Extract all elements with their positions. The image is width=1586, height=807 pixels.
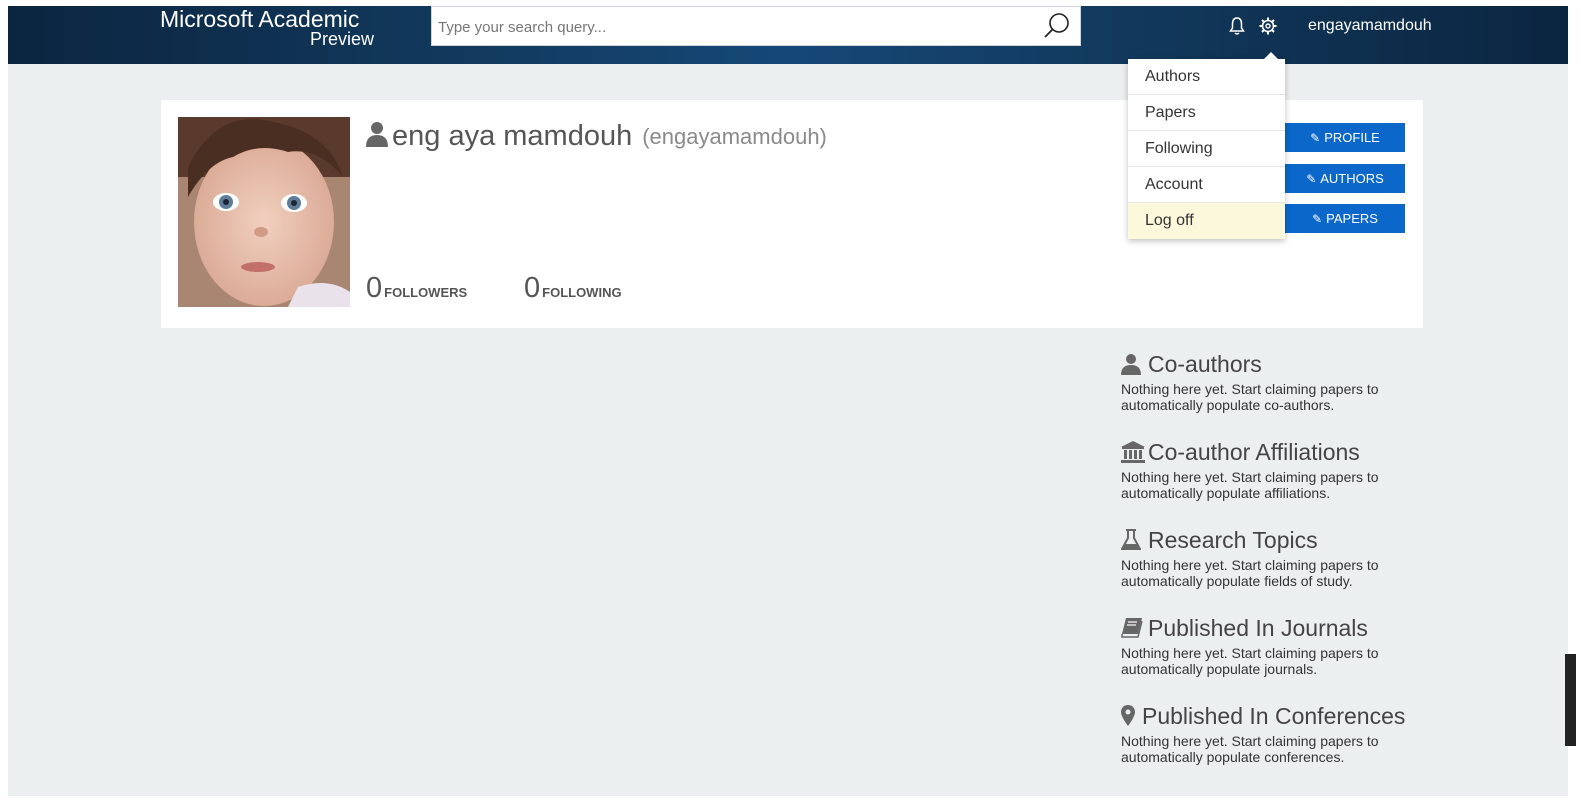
section-text: Nothing here yet. Start claiming papers …: [1121, 381, 1379, 413]
search-box: [431, 6, 1081, 46]
edit-papers-label: PAPERS: [1326, 211, 1378, 226]
avatar: [178, 117, 350, 307]
research-topics-section: Research Topics Nothing here yet. Start …: [1120, 525, 1441, 589]
institution-icon: [1121, 441, 1145, 463]
conferences-section: Published In Conferences Nothing here ye…: [1121, 701, 1441, 765]
menu-item-authors[interactable]: Authors: [1128, 59, 1285, 95]
search-icon[interactable]: [1042, 11, 1072, 41]
search-input[interactable]: [438, 16, 1018, 38]
menu-item-log-off[interactable]: Log off: [1128, 203, 1285, 239]
journals-section: Published In Journals Nothing here yet. …: [1121, 613, 1441, 678]
person-icon: [1121, 353, 1143, 375]
section-text: Nothing here yet. Start claiming papers …: [1121, 645, 1379, 677]
page-frame: Microsoft Academic Preview Type your sea…: [8, 6, 1576, 796]
user-menu-dropdown: Authors Papers Following Account Log off: [1128, 59, 1285, 239]
menu-item-papers[interactable]: Papers: [1128, 95, 1285, 131]
profile-name-row: eng aya mamdouh (engayamamdouh): [366, 120, 827, 153]
brand-logo[interactable]: Microsoft Academic Preview: [160, 6, 380, 56]
pencil-icon: ✎: [1306, 171, 1317, 186]
bell-icon[interactable]: [1229, 16, 1247, 36]
section-title: Published In Journals: [1148, 614, 1368, 641]
gear-icon[interactable]: [1259, 16, 1277, 36]
section-text: Nothing here yet. Start claiming papers …: [1121, 469, 1379, 501]
following-count: 0: [524, 272, 541, 304]
coauthors-section: Co-authors Nothing here yet. Start claim…: [1121, 349, 1441, 413]
book-icon: [1121, 617, 1143, 639]
edit-profile-button[interactable]: ✎ PROFILE: [1285, 123, 1405, 152]
edit-papers-button[interactable]: ✎ PAPERS: [1285, 204, 1405, 233]
section-title: Co-author Affiliations: [1148, 438, 1360, 465]
followers-count: 0: [366, 272, 383, 304]
following-stat[interactable]: 0 FOLLOWING: [524, 272, 622, 305]
edit-profile-label: PROFILE: [1324, 130, 1380, 145]
followers-label: FOLLOWERS: [384, 285, 468, 300]
pencil-icon: ✎: [1312, 211, 1323, 226]
username-link[interactable]: engayamamdouh: [1308, 17, 1432, 35]
section-text: Nothing here yet. Start claiming papers …: [1121, 557, 1379, 589]
brand-subtitle: Preview: [309, 29, 374, 49]
followers-stat[interactable]: 0 FOLLOWERS: [366, 272, 467, 305]
menu-item-following[interactable]: Following: [1128, 131, 1285, 167]
affiliations-section: Co-author Affiliations Nothing here yet.…: [1121, 437, 1441, 501]
feedback-tab[interactable]: [1565, 654, 1576, 746]
profile-handle: (engayamamdouh): [642, 123, 827, 149]
edit-authors-button[interactable]: ✎ AUTHORS: [1285, 164, 1405, 193]
edit-authors-label: AUTHORS: [1320, 171, 1384, 186]
map-marker-icon: [1121, 705, 1137, 727]
section-text: Nothing here yet. Start claiming papers …: [1121, 733, 1379, 765]
top-navbar: Microsoft Academic Preview Type your sea…: [8, 6, 1568, 64]
flask-icon: [1120, 529, 1143, 551]
person-icon: [366, 121, 388, 152]
section-title: Published In Conferences: [1142, 702, 1406, 729]
section-title: Co-authors: [1148, 350, 1262, 377]
menu-item-account[interactable]: Account: [1128, 167, 1285, 203]
pencil-icon: ✎: [1310, 130, 1321, 145]
following-label: FOLLOWING: [542, 285, 622, 300]
section-title: Research Topics: [1148, 526, 1318, 553]
profile-display-name: eng aya mamdouh: [392, 120, 633, 152]
